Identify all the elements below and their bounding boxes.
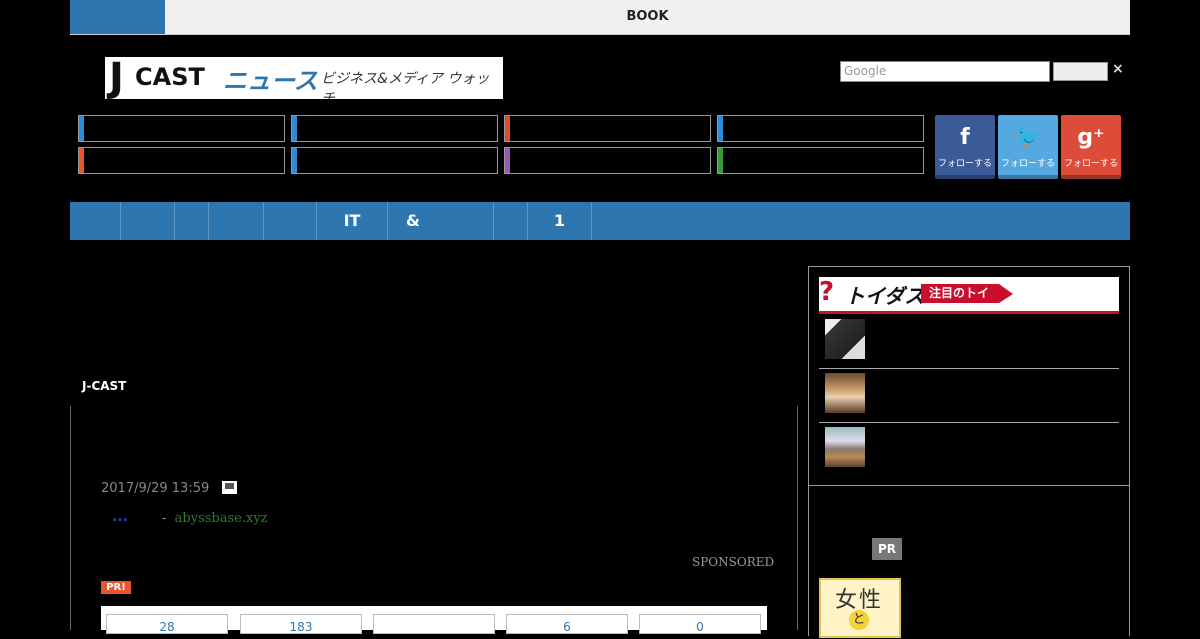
top-bar-book-link[interactable]: BOOK (165, 0, 1130, 34)
pr-label: PR (872, 538, 902, 560)
category-link[interactable] (504, 147, 711, 174)
content-border-left (70, 406, 71, 630)
twitter-icon: 🐦 (1014, 125, 1042, 150)
nav-item-amp[interactable]: & (388, 202, 494, 240)
category-link[interactable] (717, 147, 924, 174)
sponsored-label: SPONSORED (692, 555, 775, 569)
category-link[interactable] (291, 115, 498, 142)
share-count[interactable]: 28 (106, 614, 228, 634)
google-search-input[interactable]: Google (840, 61, 1050, 82)
nav-item[interactable] (264, 202, 317, 240)
print-icon[interactable] (222, 481, 237, 494)
category-link[interactable] (504, 115, 711, 142)
share-count[interactable]: 183 (240, 614, 362, 634)
nav-item[interactable] (209, 202, 264, 240)
jcast-logo[interactable]: J CAST ニュース ビジネス&メディア ウォッチ (105, 57, 503, 99)
category-stripe (505, 148, 510, 173)
category-link[interactable] (717, 115, 924, 142)
book-ad-image[interactable]: 女性 と (819, 578, 901, 638)
googleplus-follow-button[interactable]: g⁺ フォローする (1061, 115, 1121, 179)
pr-badge: PR! (101, 581, 131, 594)
book-ad-subtitle: と (849, 610, 869, 630)
ad-title[interactable]: ... (112, 509, 128, 525)
content-border-right (797, 406, 798, 630)
item-thumbnail (825, 427, 865, 467)
category-link[interactable] (78, 147, 285, 174)
googleplus-follow-label: フォローする (1063, 159, 1118, 169)
toigus-item[interactable] (819, 422, 1119, 476)
item-thumbnail (825, 319, 865, 359)
ad-separator: - (162, 511, 167, 526)
twitter-follow-button[interactable]: 🐦 フォローする (998, 115, 1058, 179)
category-link[interactable] (291, 147, 498, 174)
toigus-item[interactable] (819, 314, 1119, 369)
ad-domain: abyssbase.xyz (174, 511, 268, 526)
nav-item[interactable] (70, 202, 121, 240)
facebook-follow-label: フォローする (937, 159, 992, 169)
logo-brand: CAST (135, 63, 205, 91)
category-stripe (718, 116, 723, 141)
toigus-logo: トイダス (845, 284, 925, 308)
share-count[interactable] (373, 614, 495, 634)
category-stripe (79, 116, 84, 141)
category-stripe (505, 116, 510, 141)
toigus-banner[interactable]: ? トイダス 注目のトイ (819, 277, 1119, 314)
toigus-featured-label: 注目のトイ (921, 284, 999, 303)
logo-mark: J (109, 57, 124, 99)
toigus-item[interactable] (819, 368, 1119, 423)
share-count[interactable]: 0 (639, 614, 761, 634)
category-link[interactable] (78, 115, 285, 142)
top-bar-home-tab[interactable] (70, 0, 165, 34)
nav-item[interactable] (494, 202, 528, 240)
category-stripe (718, 148, 723, 173)
search-button[interactable] (1053, 62, 1108, 81)
ad-source[interactable]: - abyssbase.xyz (162, 511, 268, 526)
nav-item-1[interactable]: 1 (528, 202, 592, 240)
article-date: 2017/9/29 13:59 (101, 481, 210, 496)
main-nav: IT & 1 (70, 202, 1130, 240)
logo-brand-news: ニュース (223, 67, 318, 95)
share-count[interactable]: 6 (506, 614, 628, 634)
share-counts-bar: 28 183 6 0 (101, 606, 767, 634)
nav-item[interactable] (121, 202, 175, 240)
top-bar: BOOK (70, 0, 1130, 35)
section-label: J-CAST (82, 379, 127, 393)
facebook-follow-button[interactable]: f フォローする (935, 115, 995, 179)
question-icon: ? (819, 277, 835, 307)
item-thumbnail (825, 373, 865, 413)
googleplus-icon: g⁺ (1077, 125, 1105, 150)
nav-item[interactable] (175, 202, 209, 240)
close-icon[interactable]: × (1112, 61, 1124, 77)
category-stripe (79, 148, 84, 173)
nav-item-it[interactable]: IT (317, 202, 388, 240)
facebook-icon: f (960, 125, 970, 150)
arrow-right-icon (999, 284, 1013, 303)
category-stripe (292, 148, 297, 173)
twitter-follow-label: フォローする (1000, 159, 1055, 169)
logo-tagline: ビジネス&メディア ウォッチ (321, 71, 490, 99)
category-stripe (292, 116, 297, 141)
